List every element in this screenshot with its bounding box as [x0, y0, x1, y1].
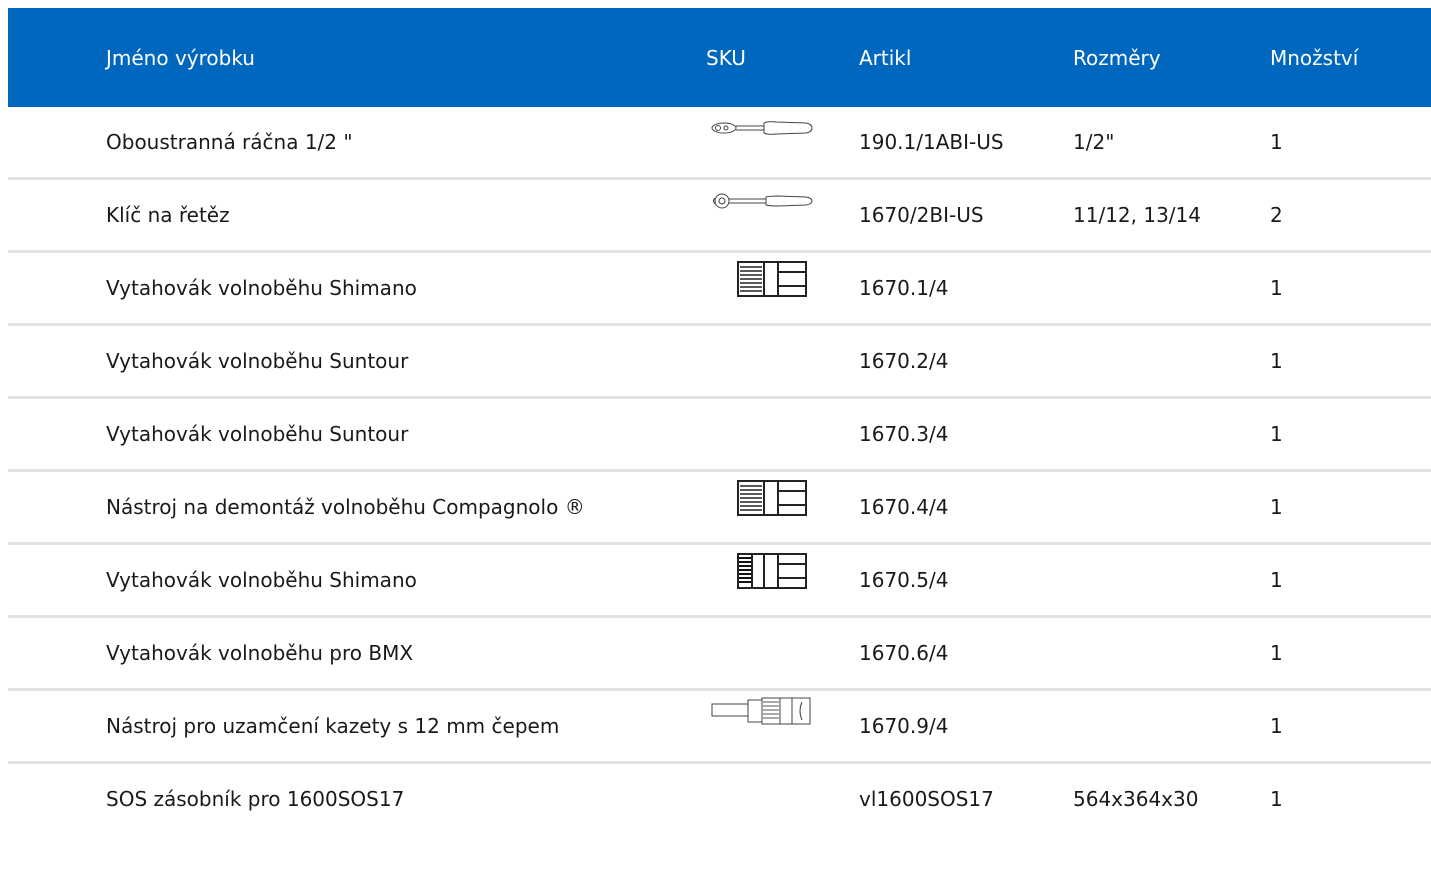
freewheel-remover-icon: [706, 479, 816, 519]
article-cell: 1670/2BI-US: [859, 203, 984, 227]
table-row: Vytahovák volnoběhu pro BMX 1670.6/4 1: [8, 617, 1431, 690]
table-row: Vytahovák volnoběhu Shimano 1670.5/4 1: [8, 544, 1431, 617]
header-article: Artikl: [859, 45, 912, 70]
table-row: Vytahovák volnoběhu Shimano 1670.1/4 1: [8, 252, 1431, 325]
product-table: Jméno výrobku SKU Artikl Rozměry Množstv…: [8, 8, 1431, 834]
table-row: Nástroj pro uzamčení kazety s 12 mm čepe…: [8, 690, 1431, 763]
dimensions-cell: [1073, 252, 1270, 325]
product-name-cell: Klíč na řetěz: [106, 203, 230, 227]
freewheel-remover-icon: [706, 260, 816, 300]
product-name-cell: Vytahovák volnoběhu Shimano: [106, 276, 417, 300]
table-row: Oboustranná ráčna 1/2 " 190.1/1ABI-US 1/2"…: [8, 107, 1431, 179]
dimensions-cell: [1073, 617, 1270, 690]
product-name-cell: Vytahovák volnoběhu pro BMX: [106, 641, 414, 665]
quantity-cell: 1: [1270, 714, 1283, 738]
dimensions-cell: [1073, 690, 1270, 763]
dimensions-cell: 564x364x30: [1073, 787, 1199, 811]
table-row: Vytahovák volnoběhu Suntour 1670.2/4 1: [8, 325, 1431, 398]
article-cell: 1670.5/4: [859, 568, 949, 592]
sku-cell: [706, 763, 859, 835]
table-row: Klíč na řetěz 1670/2BI-US 11/12, 13/14 2: [8, 179, 1431, 252]
product-name-cell: Vytahovák volnoběhu Suntour: [106, 349, 409, 373]
quantity-cell: 1: [1270, 787, 1283, 811]
sku-cell: [706, 398, 859, 471]
product-name-cell: Vytahovák volnoběhu Shimano: [106, 568, 417, 592]
cassette-lockring-tool-icon: [706, 692, 816, 732]
article-cell: 190.1/1ABI-US: [859, 130, 1004, 154]
quantity-cell: 1: [1270, 568, 1283, 592]
sku-cell: [706, 471, 859, 544]
article-cell: 1670.6/4: [859, 641, 949, 665]
product-table-container: Jméno výrobku SKU Artikl Rozměry Množstv…: [8, 8, 1431, 834]
article-cell: 1670.4/4: [859, 495, 949, 519]
article-cell: vl1600SOS17: [859, 787, 994, 811]
header-dimensions: Rozměry: [1073, 45, 1161, 70]
dimensions-cell: 11/12, 13/14: [1073, 203, 1201, 227]
sku-cell: [706, 690, 859, 763]
quantity-cell: 1: [1270, 422, 1283, 446]
article-cell: 1670.2/4: [859, 349, 949, 373]
ratchet-icon: [706, 108, 816, 148]
quantity-cell: 1: [1270, 130, 1283, 154]
product-name-cell: Oboustranná ráčna 1/2 ": [106, 130, 353, 154]
header-sku: SKU: [706, 45, 746, 70]
table-row: SOS zásobník pro 1600SOS17 vl1600SOS17 564…: [8, 763, 1431, 835]
table-header: Jméno výrobku SKU Artikl Rozměry Množstv…: [8, 8, 1431, 107]
product-name-cell: Nástroj pro uzamčení kazety s 12 mm čepe…: [106, 714, 560, 738]
sku-cell: [706, 325, 859, 398]
quantity-cell: 1: [1270, 276, 1283, 300]
quantity-cell: 1: [1270, 641, 1283, 665]
dimensions-cell: 1/2": [1073, 130, 1115, 154]
header-name: Jméno výrobku: [106, 45, 255, 70]
article-cell: 1670.1/4: [859, 276, 949, 300]
freewheel-remover-dark-icon: [706, 552, 816, 592]
sku-cell: [706, 544, 859, 617]
product-name-cell: Vytahovák volnoběhu Suntour: [106, 422, 409, 446]
article-cell: 1670.3/4: [859, 422, 949, 446]
table-row: Vytahovák volnoběhu Suntour 1670.3/4 1: [8, 398, 1431, 471]
article-cell: 1670.9/4: [859, 714, 949, 738]
table-row: Nástroj na demontáž volnoběhu Compagnolo…: [8, 471, 1431, 544]
header-quantity: Množství: [1270, 45, 1359, 70]
dimensions-cell: [1073, 325, 1270, 398]
quantity-cell: 2: [1270, 203, 1283, 227]
quantity-cell: 1: [1270, 495, 1283, 519]
quantity-cell: 1: [1270, 349, 1283, 373]
sku-cell: [706, 179, 859, 252]
sku-cell: [706, 617, 859, 690]
product-name-cell: Nástroj na demontáž volnoběhu Compagnolo…: [106, 495, 585, 519]
sku-cell: [706, 107, 859, 179]
header-row: Jméno výrobku SKU Artikl Rozměry Množstv…: [8, 8, 1431, 107]
dimensions-cell: [1073, 544, 1270, 617]
sku-cell: [706, 252, 859, 325]
product-name-cell: SOS zásobník pro 1600SOS17: [106, 787, 405, 811]
dimensions-cell: [1073, 471, 1270, 544]
table-body: Oboustranná ráčna 1/2 " 190.1/1ABI-US 1/2"…: [8, 107, 1431, 834]
chain-wrench-icon: [706, 181, 816, 221]
dimensions-cell: [1073, 398, 1270, 471]
